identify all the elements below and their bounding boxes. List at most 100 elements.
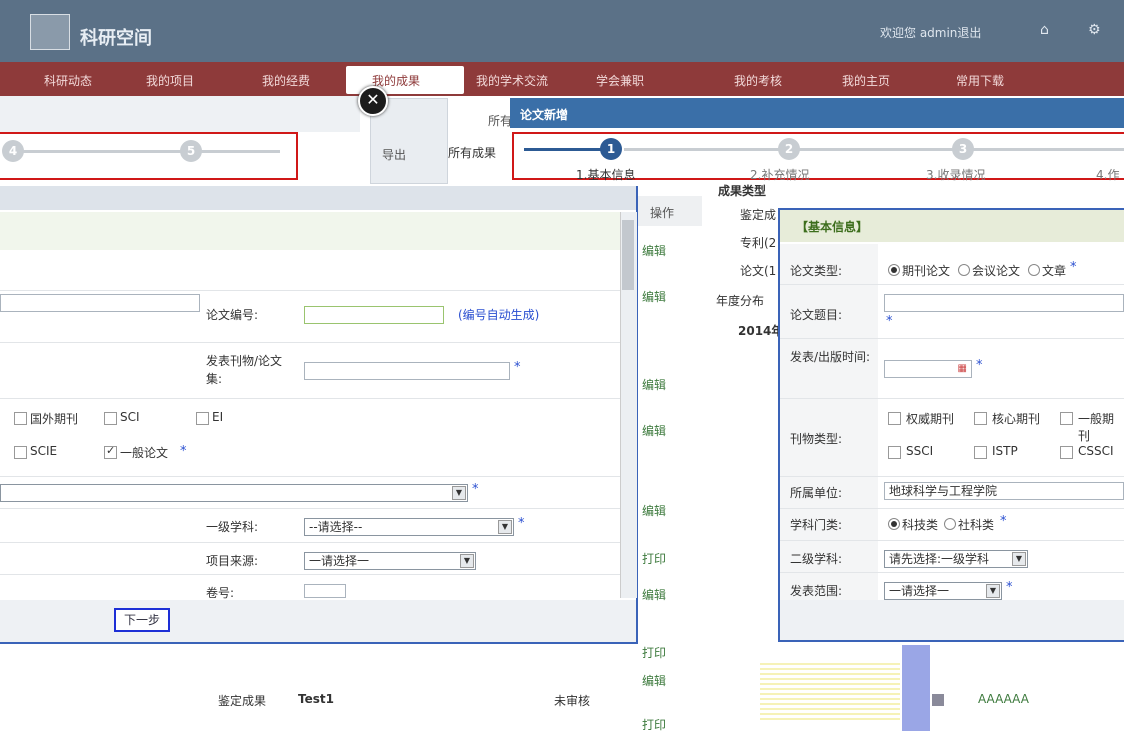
nav-item-exchange[interactable]: 我的学术交流	[476, 72, 548, 89]
row-name[interactable]: Test1	[298, 692, 334, 706]
result-type-title: 成果类型	[718, 184, 767, 198]
radio-conference-paper[interactable]	[958, 264, 970, 276]
radio-label: 社科类	[958, 518, 995, 532]
checkbox-ssci[interactable]	[888, 446, 901, 459]
file-icon	[932, 694, 944, 706]
divider	[780, 508, 1124, 509]
publish-time-input[interactable]: ▦	[884, 360, 972, 378]
scrollbar-thumb[interactable]	[622, 220, 634, 290]
checkbox-label: 一般论文	[120, 446, 169, 460]
paper-number-input[interactable]	[304, 306, 444, 324]
result-type-item[interactable]: 论文(1	[740, 262, 776, 279]
second-discipline-label: 二级学科:	[790, 552, 843, 566]
divider	[780, 398, 1124, 399]
edit-link[interactable]: 编辑	[642, 672, 666, 689]
nav-item-projects[interactable]: 我的项目	[146, 72, 194, 89]
volume-input[interactable]	[304, 584, 346, 598]
header-user-text[interactable]: 欢迎您 admin退出	[880, 24, 981, 41]
row-type: 鉴定成果	[218, 694, 267, 708]
logo-icon	[30, 14, 70, 50]
nav-item-downloads[interactable]: 常用下载	[956, 72, 1004, 89]
checkbox-istp[interactable]	[974, 446, 987, 459]
checkbox-scie[interactable]	[14, 446, 27, 459]
checkbox-label: 权威期刊	[906, 412, 955, 426]
chevron-down-icon: ▼	[1012, 552, 1026, 566]
journal-type-label: 刊物类型:	[790, 432, 843, 446]
project-source-label: 项目来源:	[206, 554, 259, 568]
checkbox-core[interactable]	[974, 412, 987, 425]
radio-social-science[interactable]	[944, 518, 956, 530]
text-input[interactable]	[0, 294, 200, 312]
chevron-down-icon: ▼	[986, 584, 1000, 598]
unit-input[interactable]: 地球科学与工程学院	[884, 482, 1124, 500]
nav-item-assessment[interactable]: 我的考核	[734, 72, 782, 89]
bg-toolbar	[0, 96, 360, 132]
checkbox-foreign-journal[interactable]	[14, 412, 27, 425]
unit-select[interactable]: ▼	[0, 484, 468, 502]
checkbox-authoritative[interactable]	[888, 412, 901, 425]
radio-article[interactable]	[1028, 264, 1040, 276]
paper-number-hint: (编号自动生成)	[458, 308, 540, 322]
home-icon[interactable]: ⌂	[1040, 22, 1049, 38]
step-3-label: 3.收录情况	[926, 168, 986, 182]
all-results-button[interactable]: 所有成果	[448, 144, 496, 161]
year-item[interactable]: 2014年	[738, 322, 783, 339]
paper-title-input[interactable]	[884, 294, 1124, 312]
striped-area	[760, 660, 900, 720]
gear-icon[interactable]: ⚙	[1088, 22, 1101, 38]
row-right-name[interactable]: AAAAAA	[978, 692, 1029, 706]
operations-header: 操作	[650, 206, 675, 220]
publish-range-select[interactable]: 一请选择一 ▼	[884, 582, 1002, 600]
bg-step-5: 5	[180, 140, 202, 162]
print-link[interactable]: 打印	[642, 550, 666, 567]
checkbox-label: SCIE	[30, 444, 58, 458]
radio-science[interactable]	[888, 518, 900, 530]
checkbox-general-paper[interactable]	[104, 444, 117, 459]
export-button[interactable]: 导出	[382, 146, 406, 163]
dialog-header	[0, 186, 636, 210]
project-source-select[interactable]: 一请选择一 ▼	[304, 552, 476, 570]
radio-label: 期刊论文	[902, 264, 951, 278]
result-type-item[interactable]: 专利(2	[740, 234, 776, 251]
calendar-icon[interactable]: ▦	[958, 363, 967, 374]
edit-link[interactable]: 编辑	[642, 586, 666, 603]
nav-item-dynamics[interactable]: 科研动态	[44, 72, 92, 89]
next-button[interactable]: 下一步	[114, 608, 170, 632]
checkbox-label: 国外期刊	[30, 412, 79, 426]
required-mark: *	[514, 360, 521, 375]
checkbox-general[interactable]	[1060, 412, 1073, 425]
print-link[interactable]: 打印	[642, 644, 666, 661]
print-link[interactable]: 打印	[642, 716, 666, 733]
project-source-value: 一请选择一	[309, 554, 370, 568]
checkbox-ei[interactable]	[196, 412, 209, 425]
edit-link[interactable]: 编辑	[642, 242, 666, 259]
bg-step-4: 4	[2, 140, 24, 162]
nav-item-society[interactable]: 学会兼职	[596, 72, 644, 89]
checkbox-sci[interactable]	[104, 412, 117, 425]
checkbox-label: EI	[212, 410, 224, 424]
step-2-label: 2.补充情况	[750, 168, 810, 182]
edit-link[interactable]: 编辑	[642, 502, 666, 519]
chevron-down-icon: ▼	[460, 554, 474, 568]
divider	[780, 284, 1124, 285]
divider	[780, 476, 1124, 477]
radio-label: 文章	[1042, 264, 1067, 278]
nav-item-homepage[interactable]: 我的主页	[842, 72, 890, 89]
discipline-select[interactable]: --请选择-- ▼	[304, 518, 514, 536]
journal-input[interactable]	[304, 362, 510, 380]
divider	[780, 572, 1124, 573]
edit-link[interactable]: 编辑	[642, 422, 666, 439]
divider	[0, 542, 620, 543]
checkbox-label: 核心期刊	[992, 412, 1041, 426]
result-type-item[interactable]: 鉴定成	[740, 206, 776, 223]
nav-item-funds[interactable]: 我的经费	[262, 72, 310, 89]
edit-link[interactable]: 编辑	[642, 288, 666, 305]
edit-link[interactable]: 编辑	[642, 376, 666, 393]
second-discipline-select[interactable]: 请先选择:一级学科 ▼	[884, 550, 1028, 568]
checkbox-cssci[interactable]	[1060, 446, 1073, 459]
bg-steps-frame	[0, 132, 298, 180]
results-table-row	[0, 645, 636, 731]
discipline-value: --请选择--	[309, 520, 363, 534]
close-icon[interactable]: ✕	[358, 86, 388, 116]
radio-journal-paper[interactable]	[888, 264, 900, 276]
